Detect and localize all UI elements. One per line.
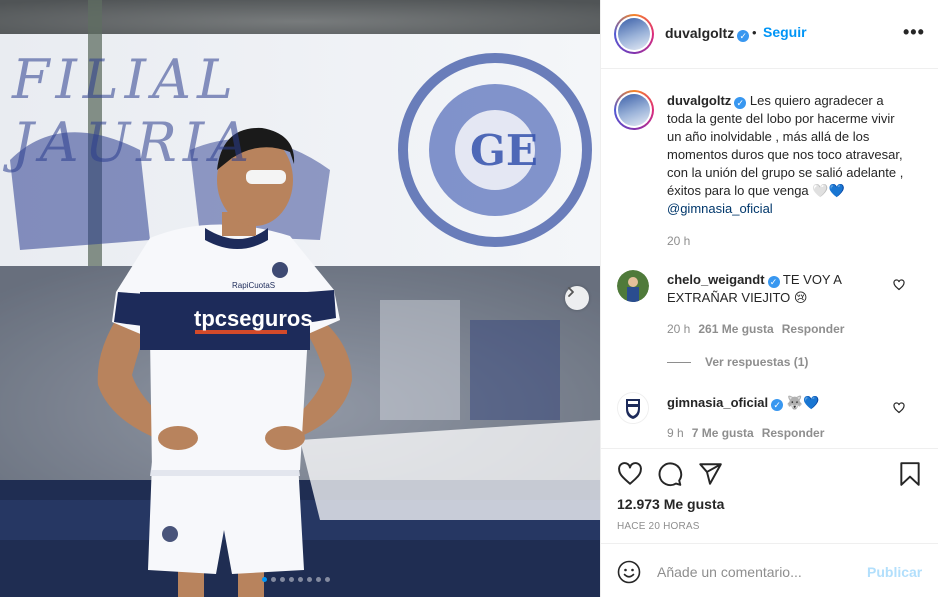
comment-time: 9 h bbox=[667, 426, 684, 440]
brand-text: RapiCuotaS bbox=[232, 281, 275, 290]
comment-item: gimnasia_oficial ✓ 🐺💙 bbox=[667, 394, 877, 412]
separator-dot: • bbox=[752, 25, 757, 40]
comment-reply-button[interactable]: Responder bbox=[762, 426, 825, 440]
follow-button[interactable]: Seguir bbox=[763, 24, 807, 40]
share-send-icon[interactable] bbox=[697, 461, 723, 487]
svg-text:GE: GE bbox=[470, 126, 538, 175]
verified-badge-icon: ✓ bbox=[771, 399, 784, 411]
carousel-dot[interactable] bbox=[280, 577, 285, 582]
comment-likes[interactable]: 261 Me gusta bbox=[698, 322, 773, 336]
caption-body: Les quiero agradecer a toda la gente del… bbox=[667, 93, 904, 198]
add-comment-bar: Publicar bbox=[601, 543, 938, 597]
comment-like-heart-icon[interactable] bbox=[893, 402, 905, 414]
comment-username[interactable]: gimnasia_oficial bbox=[667, 395, 768, 410]
comment-meta: 20 h 261 Me gusta Responder bbox=[667, 322, 844, 336]
caption-avatar[interactable] bbox=[614, 90, 654, 130]
author-avatar[interactable] bbox=[614, 14, 654, 54]
next-image-button[interactable] bbox=[565, 286, 589, 310]
comments-section[interactable]: duvalgoltz ✓ Les quiero agradecer a toda … bbox=[601, 70, 938, 448]
post-photo[interactable]: GE tpcseguros RapiCuotaS FILIAL JAURIA bbox=[0, 0, 600, 597]
comment-input[interactable] bbox=[657, 561, 857, 583]
carousel-dot[interactable] bbox=[262, 577, 267, 582]
like-heart-icon[interactable] bbox=[617, 461, 643, 487]
carousel-dot[interactable] bbox=[289, 577, 294, 582]
save-bookmark-icon[interactable] bbox=[897, 461, 923, 487]
carousel-dot[interactable] bbox=[307, 577, 312, 582]
post-timestamp: HACE 20 HORAS bbox=[617, 521, 700, 532]
carousel-dot[interactable] bbox=[271, 577, 276, 582]
comment-meta: 9 h 7 Me gusta Responder bbox=[667, 426, 824, 440]
chevron-right-icon bbox=[568, 287, 574, 297]
likes-count[interactable]: 12.973 Me gusta bbox=[617, 496, 724, 512]
view-replies-link[interactable]: Ver respuestas (1) bbox=[667, 355, 808, 369]
carousel-dot[interactable] bbox=[325, 577, 330, 582]
comment-emoji: 🐺💙 bbox=[786, 395, 820, 410]
post-actions: 12.973 Me gusta HACE 20 HORAS bbox=[601, 448, 938, 543]
caption-username[interactable]: duvalgoltz bbox=[667, 93, 731, 108]
post-header: duvalgoltz ✓ • Seguir ••• bbox=[601, 0, 938, 69]
commenter-avatar[interactable] bbox=[617, 270, 649, 302]
comment-item: chelo_weigandt ✓ TE VOY A EXTRAÑAR VIEJIT… bbox=[667, 271, 877, 307]
carousel-dot[interactable] bbox=[298, 577, 303, 582]
caption-time: 20 h bbox=[667, 234, 691, 248]
emoji-icon[interactable] bbox=[617, 560, 641, 584]
caption-text: duvalgoltz ✓ Les quiero agradecer a toda … bbox=[667, 92, 907, 218]
sponsor-text: tpcseguros bbox=[194, 306, 313, 331]
comment-like-heart-icon[interactable] bbox=[893, 279, 905, 291]
author-username[interactable]: duvalgoltz ✓ bbox=[665, 25, 750, 42]
comment-emoji: 😢 bbox=[793, 290, 808, 305]
carousel-dot[interactable] bbox=[316, 577, 321, 582]
post-comment-button[interactable]: Publicar bbox=[867, 564, 922, 580]
commenter-avatar[interactable] bbox=[617, 392, 649, 424]
comment-time: 20 h bbox=[667, 322, 691, 336]
more-options-icon[interactable]: ••• bbox=[903, 22, 925, 43]
comment-reply-button[interactable]: Responder bbox=[782, 322, 845, 336]
verified-badge-icon: ✓ bbox=[734, 97, 747, 109]
carousel-dots bbox=[262, 577, 330, 582]
verified-badge-icon: ✓ bbox=[767, 276, 780, 288]
banner-lettering: FILIAL JAURIA bbox=[12, 48, 256, 174]
post-panel: duvalgoltz ✓ • Seguir ••• duvalgoltz ✓ Les… bbox=[600, 0, 938, 597]
verified-badge-icon: ✓ bbox=[737, 30, 750, 42]
comment-bubble-icon[interactable] bbox=[657, 461, 683, 487]
caption-mention-link[interactable]: @gimnasia_oficial bbox=[667, 201, 773, 216]
comment-likes[interactable]: 7 Me gusta bbox=[692, 426, 754, 440]
comment-username[interactable]: chelo_weigandt bbox=[667, 272, 765, 287]
caption-emojis: 🤍💙 bbox=[812, 183, 845, 198]
